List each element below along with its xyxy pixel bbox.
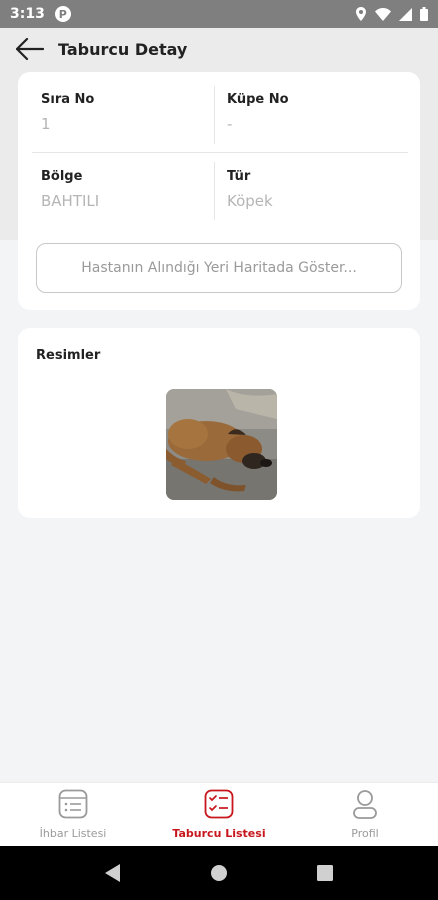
divider xyxy=(32,152,408,153)
nav-profil[interactable]: Profil xyxy=(292,783,438,846)
kupe-no-value: - xyxy=(227,115,233,133)
nav-label: İhbar Listesi xyxy=(39,827,107,840)
tur-label: Tür xyxy=(227,169,251,184)
details-card: Sıra No 1 Küpe No - Bölge BAHTILI Tür Kö… xyxy=(18,72,420,310)
location-icon xyxy=(355,7,367,21)
wifi-icon xyxy=(375,7,391,21)
page-title: Taburcu Detay xyxy=(58,39,188,59)
bolge-field: Bölge BAHTILI xyxy=(41,169,99,210)
nav-label: Taburcu Listesi xyxy=(172,827,266,840)
bottom-navigation: İhbar Listesi Taburcu Listesi Profil xyxy=(0,782,438,846)
nav-label: Profil xyxy=(351,827,379,840)
status-time: 3:13 xyxy=(10,6,45,22)
system-navigation-bar xyxy=(0,846,438,900)
divider xyxy=(214,162,215,220)
system-recents-icon[interactable] xyxy=(305,853,345,893)
nav-taburcu-listesi[interactable]: Taburcu Listesi xyxy=(146,783,292,846)
system-home-icon[interactable] xyxy=(199,853,239,893)
profile-icon xyxy=(351,789,379,823)
images-card: Resimler xyxy=(18,328,420,518)
images-title: Resimler xyxy=(36,348,101,363)
battery-icon xyxy=(420,7,428,21)
sira-no-value: 1 xyxy=(41,115,51,133)
app-notification-icon: P xyxy=(54,6,71,22)
system-back-icon[interactable] xyxy=(93,853,133,893)
checklist-icon xyxy=(204,789,234,823)
signal-icon xyxy=(399,7,412,21)
back-arrow-icon[interactable] xyxy=(16,37,46,61)
nav-ihbar-listesi[interactable]: İhbar Listesi xyxy=(0,783,146,846)
sira-no-field: Sıra No 1 xyxy=(41,92,94,133)
kupe-no-label: Küpe No xyxy=(227,92,289,107)
status-icons xyxy=(355,7,428,21)
dog-photo-thumbnail[interactable] xyxy=(166,389,277,500)
status-bar: 3:13 P xyxy=(0,0,438,28)
tur-field: Tür Köpek xyxy=(227,169,273,210)
sira-no-label: Sıra No xyxy=(41,92,95,107)
bolge-label: Bölge xyxy=(41,169,83,184)
list-icon xyxy=(58,789,88,823)
divider xyxy=(214,86,215,144)
tur-value: Köpek xyxy=(227,192,273,210)
app-bar: Taburcu Detay xyxy=(0,28,438,70)
show-on-map-button[interactable]: Hastanın Alındığı Yeri Haritada Göster..… xyxy=(36,243,402,293)
bolge-value: BAHTILI xyxy=(41,192,100,210)
kupe-no-field: Küpe No - xyxy=(227,92,289,133)
